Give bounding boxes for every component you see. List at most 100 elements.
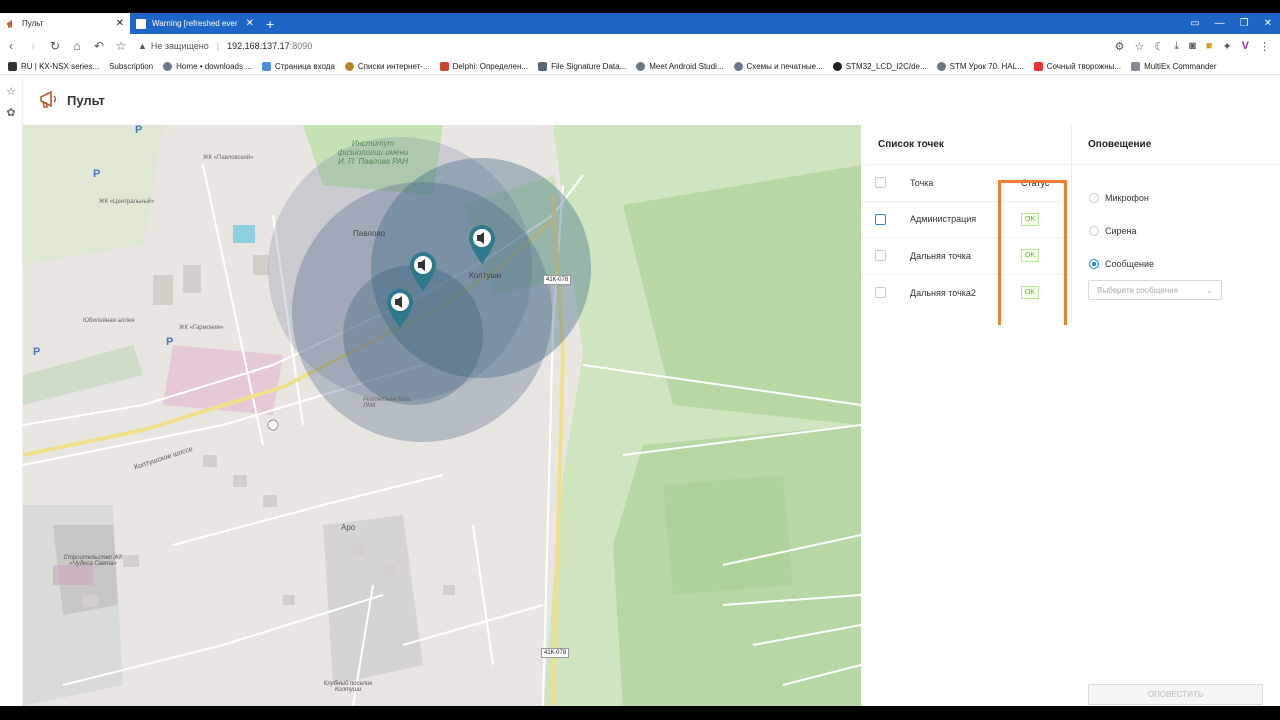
megaphone-icon xyxy=(6,19,16,29)
vivaldi-icon[interactable]: V xyxy=(1242,40,1249,52)
column-point: Точка xyxy=(910,177,934,188)
undo-close-button[interactable]: ↶ xyxy=(88,39,110,53)
svg-text:P: P xyxy=(166,336,173,348)
address-bar-row: ‹ › ↻ ⌂ ↶ ☆ ▲ Не защищено | 192.168.137.… xyxy=(0,34,1280,58)
map-label-construction: Строительство ЖК «Чудеса Света» xyxy=(63,555,123,567)
moon-icon[interactable]: ☾ xyxy=(1154,40,1164,53)
notify-button[interactable]: ОПОВЕСТИТЬ xyxy=(1088,684,1263,705)
bookmark-item[interactable]: File Signature Data... xyxy=(538,61,626,71)
menu-icon[interactable]: ⋮ xyxy=(1259,40,1270,53)
bookmarks-bar: RU | KX-NSX series... Subscription Home … xyxy=(0,58,1280,75)
extensions-bar: ⚙ ☆ ☾ ⤓ ◙ ■ ✦ V ⋮ xyxy=(1115,34,1270,58)
map-view[interactable]: P P P P Институт физиологии имени И. П. … xyxy=(23,125,861,706)
map-label-institute: Институт физиологии имени И. П. Павлова … xyxy=(337,139,409,167)
megaphone-icon xyxy=(39,89,59,112)
tab-pult[interactable]: Пульт ✕ xyxy=(0,13,130,34)
page-icon xyxy=(136,18,146,29)
tab-warning[interactable]: Warning [refreshed ever ✕ xyxy=(130,13,260,34)
url: 192.168.137.17:8090 xyxy=(227,41,313,51)
tab-title: Warning [refreshed ever xyxy=(152,19,238,28)
svg-text:P: P xyxy=(33,346,40,358)
star-icon[interactable]: ☆ xyxy=(1135,40,1145,53)
map-label-jk-pavlovsky: ЖК «Павловский» xyxy=(203,155,254,161)
bookmark-item[interactable]: Списки интернет-... xyxy=(344,61,430,71)
speaker-icon xyxy=(410,252,436,291)
camera-icon[interactable]: ◙ xyxy=(1189,40,1196,52)
status-highlight-box xyxy=(998,180,1067,333)
browser-window: Пульт ✕ Warning [refreshed ever ✕ + ▭ — … xyxy=(0,13,1280,706)
new-tab-button[interactable]: + xyxy=(266,13,274,34)
radio-label: Сообщение xyxy=(1105,258,1154,269)
puzzle-icon[interactable]: ✦ xyxy=(1222,40,1231,53)
select-all-checkbox[interactable] xyxy=(875,177,886,189)
download-icon[interactable]: ⤓ xyxy=(1174,40,1179,53)
map-label-jubilee: Юбилейная аллея xyxy=(83,318,135,324)
back-button[interactable]: ‹ xyxy=(0,39,22,53)
warning-icon: ▲ xyxy=(138,41,147,51)
message-select-placeholder: Выберите сообщение xyxy=(1097,285,1179,295)
row-checkbox[interactable] xyxy=(875,213,886,225)
close-tab-icon[interactable]: ✕ xyxy=(116,18,124,29)
svg-text:P: P xyxy=(135,125,142,136)
radio-label: Микрофон xyxy=(1105,192,1149,203)
notify-panel: Оповещение Микрофон Сирена Сообщение Выб… xyxy=(1071,125,1280,331)
message-select[interactable]: Выберите сообщение ⌄ xyxy=(1088,280,1222,300)
map-marker-administration[interactable] xyxy=(467,223,497,268)
map-label-koltushi: Колтуши xyxy=(469,271,502,280)
home-button[interactable]: ⌂ xyxy=(66,39,88,53)
map-label-jk-central: ЖК «Центральный» xyxy=(99,199,155,205)
window-controls: ▭ — ❐ ✕ xyxy=(1190,13,1272,34)
bookmark-page-button[interactable]: ☆ xyxy=(110,39,132,53)
bookmark-item[interactable]: STM Урок 70. HAL... xyxy=(936,61,1024,71)
point-name: Дальняя точка2 xyxy=(910,287,976,298)
browser-side-panel: ☆ ✿ xyxy=(0,75,23,706)
bookmark-item[interactable]: Сочный творожны... xyxy=(1033,61,1121,71)
map-label-road: 41К-078 xyxy=(543,275,572,285)
close-window-button[interactable]: ✕ xyxy=(1264,18,1272,29)
reload-button[interactable]: ↻ xyxy=(44,39,66,53)
svg-text:P: P xyxy=(93,168,100,180)
speaker-icon xyxy=(387,289,413,328)
maximize-button[interactable]: ❐ xyxy=(1240,18,1249,29)
bookmark-item[interactable]: Страница входа xyxy=(261,61,335,71)
chevron-down-icon: ⌄ xyxy=(1206,285,1213,295)
panel-background xyxy=(861,325,1280,706)
point-name: Администрация xyxy=(910,214,977,225)
bookmark-item[interactable]: Схемы и печатные... xyxy=(733,61,823,71)
extensions-panel-icon[interactable]: ✿ xyxy=(6,106,15,119)
points-panel-title: Список точек xyxy=(862,125,1070,165)
speaker-icon xyxy=(469,225,495,264)
bookmark-item[interactable]: Subscription xyxy=(109,62,153,71)
note-icon[interactable]: ■ xyxy=(1206,40,1213,52)
radio-button[interactable] xyxy=(1089,192,1099,203)
map-label-club: Клубный поселок Колтуши xyxy=(323,681,373,693)
radio-button[interactable] xyxy=(1089,258,1099,269)
page-title: Пульт xyxy=(67,92,105,108)
bookmarks-panel-icon[interactable]: ☆ xyxy=(6,85,16,98)
panel-toggle-icon[interactable]: ▭ xyxy=(1190,18,1199,29)
map-label-aro: Аро xyxy=(341,523,356,532)
map-label-repair-base: Ремонтная база ЛМК xyxy=(363,397,411,409)
radio-microphone[interactable]: Микрофон xyxy=(1072,181,1280,214)
bookmark-item[interactable]: RU | KX-NSX series... xyxy=(8,61,99,71)
bookmark-item[interactable]: Home • downloads.... xyxy=(163,61,252,71)
row-checkbox[interactable] xyxy=(875,250,886,262)
tab-title: Пульт xyxy=(22,19,44,28)
notify-panel-title: Оповещение xyxy=(1072,125,1280,165)
bug-icon[interactable]: ⚙ xyxy=(1115,40,1125,53)
row-checkbox[interactable] xyxy=(875,287,886,299)
map-label-pavlovo: Павлово xyxy=(353,229,386,238)
close-tab-icon[interactable]: ✕ xyxy=(246,18,254,29)
forward-button[interactable]: › xyxy=(22,39,44,53)
bookmark-item[interactable]: STM32_LCD_I2C/de... xyxy=(832,61,927,71)
bookmark-item[interactable]: MultiEx Commander xyxy=(1131,61,1217,71)
bookmark-item[interactable]: Delphi: Определен... xyxy=(439,61,528,71)
radio-button[interactable] xyxy=(1089,225,1099,236)
radio-siren[interactable]: Сирена xyxy=(1072,214,1280,247)
map-marker-far-point2[interactable] xyxy=(385,287,415,332)
bookmark-item[interactable]: Meet Android Studi... xyxy=(636,61,724,71)
radio-label: Сирена xyxy=(1105,225,1137,236)
radio-message[interactable]: Сообщение xyxy=(1072,247,1280,280)
address-field[interactable]: ▲ Не защищено | 192.168.137.17:8090 xyxy=(138,41,312,51)
minimize-button[interactable]: — xyxy=(1215,18,1225,29)
